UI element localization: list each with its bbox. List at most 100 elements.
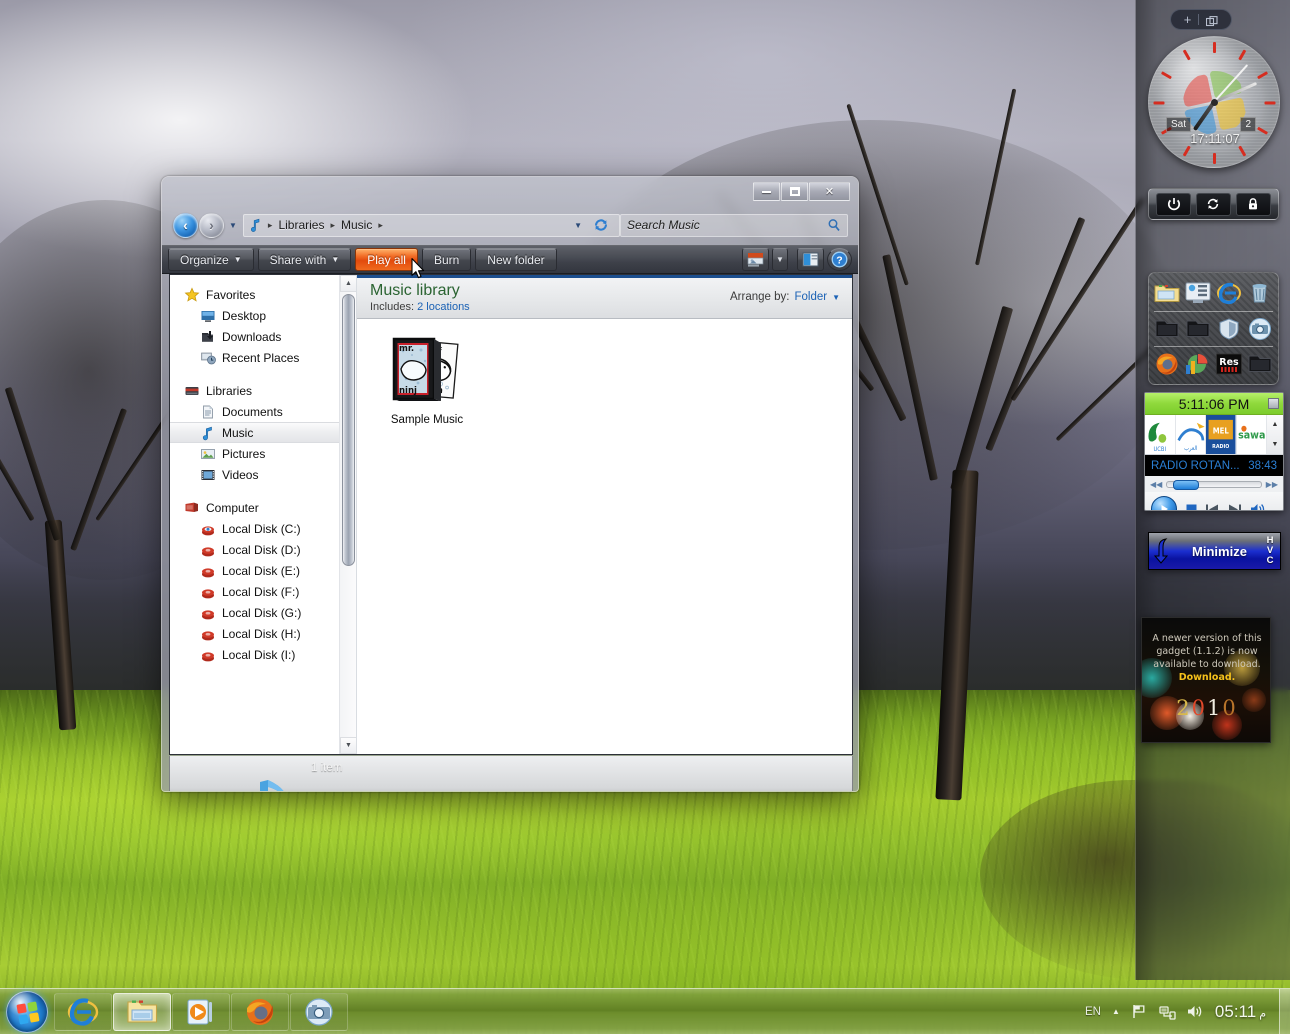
- recent-pages-dropdown[interactable]: ▼: [229, 221, 237, 230]
- fast-forward-icon[interactable]: ▶▶: [1266, 480, 1278, 489]
- power-control-gadget[interactable]: [1148, 188, 1279, 220]
- charts-icon[interactable]: [1185, 352, 1211, 376]
- station-scroll-down[interactable]: ▼: [1267, 435, 1283, 455]
- arrange-by-control[interactable]: Arrange by: Folder ▼: [730, 291, 840, 303]
- radio-minimize-button[interactable]: [1268, 398, 1279, 409]
- sidebar-item-documents[interactable]: Documents: [170, 401, 356, 422]
- burn-button[interactable]: Burn: [422, 248, 471, 271]
- help-button[interactable]: ?: [827, 248, 852, 271]
- explorer-window[interactable]: ✕ ‹ › ▼ ▸ Libraries ▸ Music ▸ ▼: [161, 176, 859, 792]
- sidebar-item-drive-e[interactable]: Local Disk (E:): [170, 560, 356, 581]
- station-list[interactable]: UCBI العرب MEL RADIO: [1145, 415, 1283, 455]
- nav-group-libraries[interactable]: Libraries: [170, 380, 356, 401]
- breadcrumb-libraries[interactable]: Libraries: [273, 217, 329, 233]
- taskbar-item-firefox[interactable]: [231, 993, 289, 1031]
- breadcrumb-music[interactable]: Music: [336, 217, 377, 233]
- previous-track-button[interactable]: [1206, 504, 1219, 512]
- sidebar-item-pictures[interactable]: Pictures: [170, 443, 356, 464]
- start-button[interactable]: [6, 991, 48, 1033]
- download-link[interactable]: Download.: [1179, 672, 1236, 683]
- lock-button[interactable]: [1236, 193, 1271, 216]
- arrange-by-value[interactable]: Folder: [794, 291, 827, 303]
- scroll-down-button[interactable]: ▼: [340, 737, 357, 754]
- volume-icon[interactable]: [1187, 1003, 1204, 1020]
- rewind-icon[interactable]: ◀◀: [1150, 480, 1162, 489]
- sidebar-item-videos[interactable]: Videos: [170, 464, 356, 485]
- camera-icon[interactable]: [1247, 317, 1273, 341]
- shutdown-button[interactable]: [1156, 193, 1191, 216]
- clock-gadget[interactable]: Sat 2 17:11:07: [1148, 36, 1280, 168]
- window-title-bar[interactable]: ✕: [162, 177, 858, 207]
- action-center-flag-icon[interactable]: [1131, 1003, 1148, 1020]
- back-button[interactable]: ‹: [173, 213, 198, 238]
- list-item[interactable]: ruff tuna: [375, 335, 479, 426]
- explorer-icon[interactable]: [1154, 281, 1180, 305]
- station-logo-2[interactable]: العرب: [1176, 415, 1207, 454]
- taskbar-item-windows-explorer[interactable]: [113, 993, 171, 1031]
- network-icon[interactable]: [1159, 1003, 1176, 1020]
- view-dropdown-button[interactable]: ▼: [772, 248, 788, 271]
- nav-group-computer[interactable]: Computer: [170, 497, 356, 518]
- add-gadget-button[interactable]: +: [1184, 13, 1192, 26]
- breadcrumb-separator-2[interactable]: ▸: [377, 220, 384, 231]
- navigation-scrollbar[interactable]: ▲ ▼: [339, 275, 356, 754]
- recycle-bin-icon[interactable]: [1247, 281, 1273, 305]
- folder-dark-icon[interactable]: [1154, 317, 1180, 341]
- seek-thumb[interactable]: [1173, 480, 1199, 490]
- sidebar-item-music[interactable]: Music: [170, 422, 356, 443]
- stop-button[interactable]: [1186, 504, 1197, 512]
- sidebar-item-downloads[interactable]: Downloads: [170, 326, 356, 347]
- search-input[interactable]: Search Music: [627, 218, 827, 232]
- station-scroll-up[interactable]: ▲: [1267, 415, 1283, 435]
- taskbar[interactable]: EN ▲ 05:11 م: [0, 988, 1290, 1034]
- forward-button[interactable]: ›: [199, 213, 224, 238]
- sidebar-item-drive-d[interactable]: Local Disk (D:): [170, 539, 356, 560]
- taskbar-item-camera-app[interactable]: [290, 993, 348, 1031]
- navigation-pane[interactable]: Favorites Desktop Downloads: [170, 275, 357, 754]
- address-history-dropdown[interactable]: ▼: [569, 221, 587, 230]
- play-all-button[interactable]: Play all: [355, 248, 418, 271]
- show-desktop-button[interactable]: [1279, 989, 1290, 1034]
- file-grid[interactable]: ruff tuna: [357, 319, 852, 426]
- minimize-button[interactable]: [753, 182, 780, 201]
- close-button[interactable]: ✕: [809, 182, 850, 201]
- chevron-up-icon[interactable]: ▲: [1112, 1007, 1120, 1016]
- preview-pane-button[interactable]: [797, 248, 824, 271]
- station-logo-1[interactable]: UCBI: [1145, 415, 1176, 454]
- language-indicator[interactable]: EN: [1085, 1006, 1101, 1018]
- new-folder-button[interactable]: New folder: [475, 248, 556, 271]
- folder-dark-icon[interactable]: [1185, 317, 1211, 341]
- sidebar-item-recent-places[interactable]: Recent Places: [170, 347, 356, 368]
- content-pane[interactable]: Music library Includes: 2 locations Arra…: [357, 275, 852, 754]
- security-shield-icon[interactable]: [1216, 317, 1242, 341]
- bokeh-update-gadget[interactable]: A newer version of this gadget (1.1.2) i…: [1141, 617, 1271, 743]
- restart-button[interactable]: [1196, 193, 1231, 216]
- taskbar-item-windows-media-player[interactable]: [172, 993, 230, 1031]
- sidebar-item-drive-c[interactable]: Local Disk (C:): [170, 518, 356, 539]
- next-track-button[interactable]: [1228, 504, 1241, 512]
- firefox-icon[interactable]: [1154, 352, 1180, 376]
- sidebar-item-drive-g[interactable]: Local Disk (G:): [170, 602, 356, 623]
- sidebar-item-drive-f[interactable]: Local Disk (F:): [170, 581, 356, 602]
- play-button[interactable]: [1151, 496, 1177, 511]
- maximize-button[interactable]: [781, 182, 808, 201]
- taskbar-item-internet-explorer[interactable]: [54, 993, 112, 1031]
- station-logo-4[interactable]: sawa: [1237, 415, 1268, 454]
- internet-explorer-icon[interactable]: [1216, 281, 1242, 305]
- station-logo-3[interactable]: MEL RADIO: [1206, 415, 1237, 454]
- share-with-button[interactable]: Share with ▼: [258, 248, 352, 271]
- breadcrumb[interactable]: ▸ Libraries ▸ Music ▸ ▼: [243, 214, 620, 237]
- organize-button[interactable]: Organize ▼: [168, 248, 254, 271]
- desktop-gadget-sidebar[interactable]: +: [1135, 0, 1290, 980]
- volume-icon[interactable]: [1250, 503, 1266, 512]
- folder-dark-icon[interactable]: [1247, 352, 1273, 376]
- cascade-gadgets-icon[interactable]: [1206, 14, 1218, 25]
- radio-gadget[interactable]: 5:11:06 PM UCBI العرب: [1144, 392, 1284, 511]
- search-box[interactable]: Search Music: [620, 214, 848, 237]
- sidebar-item-drive-i[interactable]: Local Disk (I:): [170, 644, 356, 665]
- minimize-gadget[interactable]: Minimize H V C: [1148, 532, 1281, 570]
- res-icon[interactable]: Res: [1216, 352, 1242, 376]
- sidebar-item-desktop[interactable]: Desktop: [170, 305, 356, 326]
- locations-link[interactable]: 2 locations: [417, 301, 470, 313]
- app-launcher-gadget[interactable]: Res: [1148, 272, 1279, 385]
